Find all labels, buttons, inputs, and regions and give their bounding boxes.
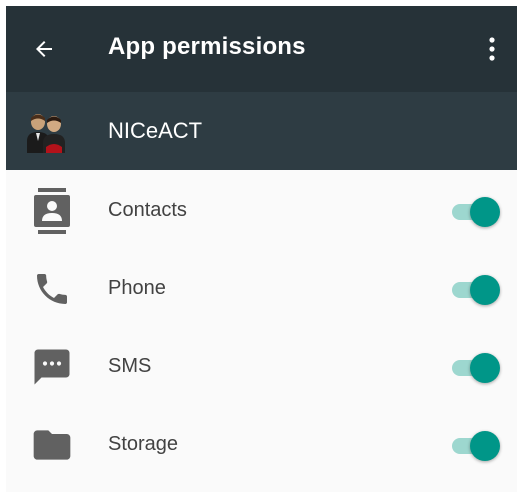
permission-row-sms[interactable]: SMS [6,326,517,404]
permission-row-phone[interactable]: Phone [6,248,517,326]
toolbar: App permissions [6,6,517,92]
people-avatar-icon [27,114,65,153]
phone-toggle[interactable] [452,275,500,305]
sms-toggle[interactable] [452,353,500,383]
toggle-thumb [470,431,500,461]
contacts-icon [34,188,70,234]
more-vert-icon [489,37,495,61]
more-options-button[interactable] [478,33,506,65]
phone-icon [37,274,67,304]
app-permissions-screen: App permissions NICeACT Contacts Phone S… [6,6,517,492]
permission-list: Contacts Phone SMS Storage [6,170,517,482]
arrow-back-icon [36,41,52,57]
app-header: NICeACT [6,92,517,170]
toggle-thumb [470,353,500,383]
contacts-toggle[interactable] [452,197,500,227]
permission-label: Storage [108,433,179,455]
permission-label: Phone [108,277,166,299]
app-name: NICeACT [108,118,203,143]
folder-icon [33,430,71,460]
toggle-thumb [470,197,500,227]
permission-row-contacts[interactable]: Contacts [6,170,517,248]
toggle-thumb [470,275,500,305]
permission-label: SMS [108,355,152,377]
back-button[interactable] [28,33,60,65]
storage-toggle[interactable] [452,431,500,461]
permission-label: Contacts [108,199,187,221]
sms-icon [34,349,70,385]
permission-row-storage[interactable]: Storage [6,404,517,482]
page-title: App permissions [108,33,306,60]
